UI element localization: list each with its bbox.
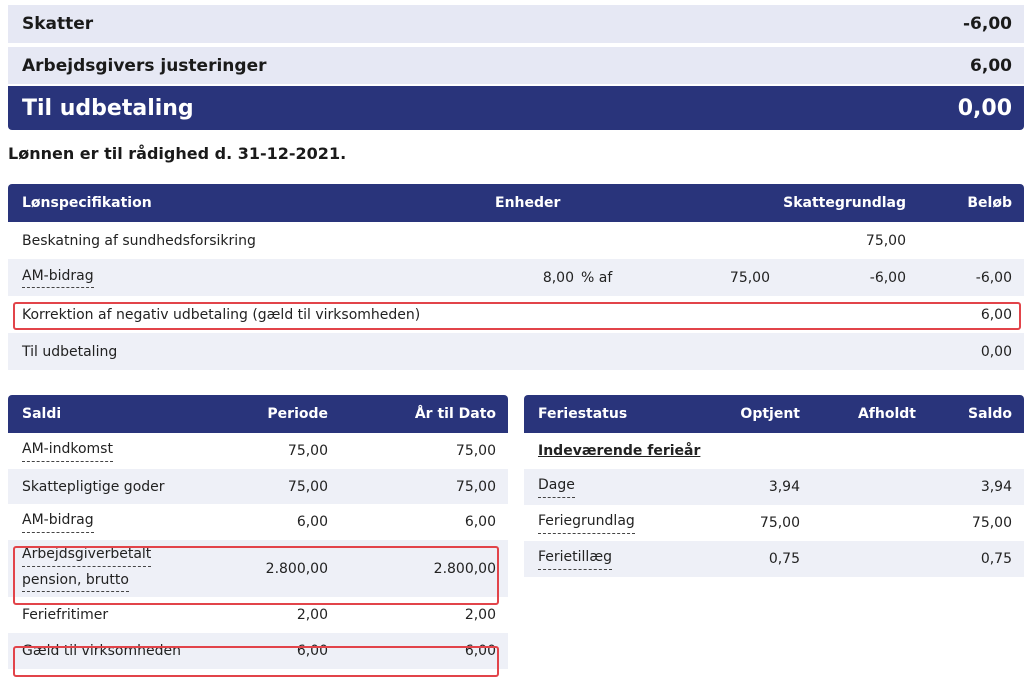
row-name: Skattepligtige goder [22,478,165,495]
col-header-feriestatus: Feriestatus [538,406,628,422]
row-periode: 75,00 [287,478,328,495]
dage-link[interactable]: Dage [538,469,575,505]
row-aar: 6,00 [464,643,496,659]
table-row: Feriegrundlag 75,00 75,00 [524,505,1024,541]
row-aar: 75,00 [455,443,496,459]
table-row: Arbejdsgiverbetalt pension, brutto 2.800… [8,540,508,597]
row-name-line2[interactable]: pension, brutto [22,571,129,593]
col-header-lonspecifikation: Lønspecifikation [22,195,152,211]
col-header-saldi: Saldi [22,406,62,422]
row-name[interactable]: Ferietillæg [538,548,612,570]
table-header: Feriestatus Optjent Afholdt Saldo [524,395,1024,433]
row-belob: -6,00 [975,269,1012,286]
summary-row-til-udbetaling: Til udbetaling 0,00 [8,86,1024,130]
row-periode: 6,00 [296,514,328,530]
summary-row-skatter: Skatter -6,00 [8,5,1024,43]
col-header-optjent: Optjent [740,406,800,422]
ferietillaeg-link[interactable]: Ferietillæg [538,541,612,577]
col-header-skattegrundlag: Skattegrundlag [783,195,906,211]
col-header-saldo: Saldo [968,406,1012,422]
availability-note: Lønnen er til rådighed d. 31-12-2021. [8,144,347,163]
row-name[interactable]: AM-bidrag [22,267,94,289]
lonspecifikation-table: Lønspecifikation Enheder Skattegrundlag … [8,184,1024,370]
row-periode: 6,00 [296,643,328,659]
row-name[interactable]: AM-indkomst [22,440,113,462]
row-name: Gæld til virksomheden [22,643,181,659]
row-optjent: 75,00 [759,515,800,531]
table-row: Beskatning af sundhedsforsikring 75,00 [8,222,1024,259]
table-row: Gæld til virksomheden 6,00 6,00 [8,633,508,669]
section-title: Indeværende ferieår [538,443,701,459]
row-periode: 2.800,00 [265,560,328,577]
row-aar: 2.800,00 [433,560,496,577]
col-header-enheder: Enheder [495,195,561,211]
table-row: AM-bidrag 6,00 6,00 [8,504,508,540]
row-name[interactable]: Dage [538,476,575,498]
table-row: Korrektion af negativ udbetaling (gæld t… [8,296,1024,333]
summary-value: -6,00 [963,14,1012,34]
table-row: AM-bidrag 8,00 % af 75,00 -6,00 -6,00 [8,259,1024,296]
feriestatus-table: Feriestatus Optjent Afholdt Saldo Indevæ… [524,395,1024,577]
summary-label: Til udbetaling [22,95,194,121]
summary-value: 0,00 [957,95,1012,121]
summary-label: Skatter [22,14,94,34]
am-bidrag-link[interactable]: AM-bidrag [22,259,94,296]
row-saldo: 3,94 [980,479,1012,495]
table-row: Dage 3,94 3,94 [524,469,1024,505]
col-header-belob: Beløb [967,195,1012,211]
col-header-periode: Periode [267,406,328,422]
am-bidrag-saldi-link[interactable]: AM-bidrag [22,504,94,540]
table-header: Lønspecifikation Enheder Skattegrundlag … [8,184,1024,222]
row-periode: 75,00 [287,443,328,459]
row-aar: 2,00 [464,607,496,623]
row-aar: 75,00 [455,478,496,495]
row-saldo: 75,00 [971,515,1012,531]
feriegrundlag-link[interactable]: Feriegrundlag [538,505,635,541]
row-name[interactable]: Feriegrundlag [538,512,635,534]
row-optjent: 3,94 [768,479,800,495]
row-name-line1[interactable]: Arbejdsgiverbetalt [22,545,152,567]
saldi-table: Saldi Periode År til Dato AM-indkomst 75… [8,395,508,669]
section-row: Indeværende ferieår [524,433,1024,469]
row-name[interactable]: AM-bidrag [22,511,94,533]
row-skattegrundlag: -6,00 [869,269,906,286]
summary-label: Arbejdsgivers justeringer [22,55,267,76]
row-name: Korrektion af negativ udbetaling (gæld t… [22,306,421,323]
row-periode: 2,00 [296,607,328,623]
am-indkomst-link[interactable]: AM-indkomst [22,433,113,469]
col-header-aar-til-dato: År til Dato [414,406,496,422]
table-row: Feriefritimer 2,00 2,00 [8,597,508,633]
table-row: AM-indkomst 75,00 75,00 [8,433,508,469]
row-name: Beskatning af sundhedsforsikring [22,232,256,249]
table-row: Skattepligtige goder 75,00 75,00 [8,469,508,504]
col-header-afholdt: Afholdt [857,406,916,422]
row-saldo: 0,75 [980,551,1012,567]
table-header: Saldi Periode År til Dato [8,395,508,433]
pension-link[interactable]: Arbejdsgiverbetalt pension, brutto [22,540,152,597]
summary-row-justeringer: Arbejdsgivers justeringer 6,00 [8,47,1024,84]
row-name: Feriefritimer [22,607,109,623]
row-name: Til udbetaling [22,343,118,360]
row-enheder: 8,00 [542,269,574,286]
row-pct: % af [581,269,613,286]
row-belob: 0,00 [980,343,1012,360]
row-base: 75,00 [729,269,770,286]
row-skattegrundlag: 75,00 [865,232,906,249]
table-row: Til udbetaling 0,00 [8,333,1024,370]
summary-value: 6,00 [970,55,1012,76]
row-aar: 6,00 [464,514,496,530]
row-optjent: 0,75 [768,551,800,567]
table-row: Ferietillæg 0,75 0,75 [524,541,1024,577]
row-belob: 6,00 [980,306,1012,323]
